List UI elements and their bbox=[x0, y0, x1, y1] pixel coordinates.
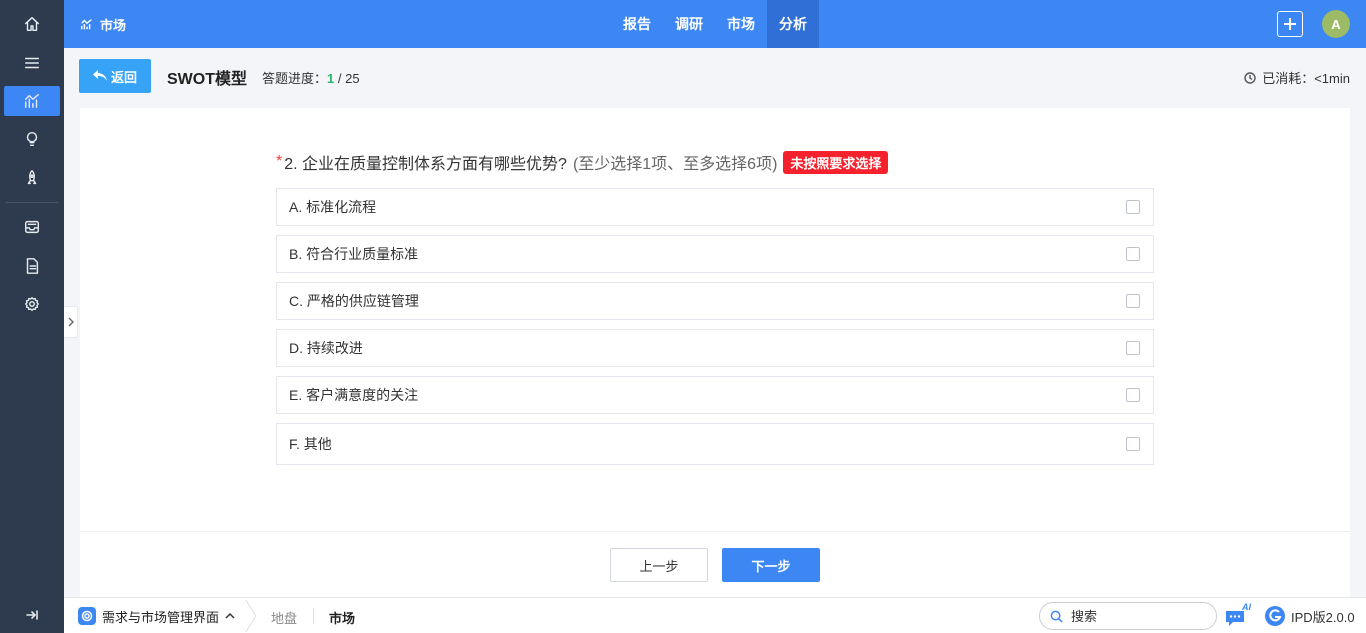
avatar[interactable]: A bbox=[1322, 10, 1350, 38]
trend-chart-icon bbox=[81, 19, 92, 30]
elapsed-label: 已消耗：<1min bbox=[1262, 71, 1350, 86]
sidebar-launch[interactable] bbox=[4, 163, 60, 193]
option-label: D. 持续改进 bbox=[289, 340, 363, 356]
lightbulb-icon bbox=[26, 131, 38, 147]
version-info: IPD版2.0.0 bbox=[1264, 598, 1355, 633]
separator-chevron-icon bbox=[245, 599, 257, 633]
question-card: * 2. 企业在质量控制体系方面有哪些优势? (至少选择1项、至多选择6项) 未… bbox=[80, 108, 1350, 597]
progress-total: / 25 bbox=[334, 71, 360, 86]
left-sidebar bbox=[0, 0, 64, 633]
sidebar-expand[interactable] bbox=[0, 597, 64, 633]
top-nav: 报告 调研 市场 分析 bbox=[611, 0, 819, 48]
return-arrow-icon bbox=[92, 70, 107, 81]
search-input[interactable] bbox=[1071, 608, 1191, 624]
brand-label: 市场 bbox=[100, 17, 127, 33]
option-checkbox[interactable] bbox=[1126, 341, 1140, 355]
add-button[interactable] bbox=[1277, 11, 1303, 37]
option-checkbox[interactable] bbox=[1126, 247, 1140, 261]
trend-chart-icon bbox=[24, 93, 40, 109]
sidebar-settings[interactable] bbox=[4, 289, 60, 319]
sidebar-home[interactable] bbox=[4, 9, 60, 39]
sidebar-menu[interactable] bbox=[4, 48, 60, 78]
prev-step-button[interactable]: 上一步 bbox=[610, 548, 708, 582]
sidebar-documents[interactable] bbox=[4, 251, 60, 281]
option-checkbox[interactable] bbox=[1126, 200, 1140, 214]
search-box[interactable] bbox=[1039, 602, 1217, 630]
breadcrumb-separator bbox=[244, 599, 258, 633]
sidebar-inbox[interactable] bbox=[4, 212, 60, 242]
top-bar: 市场 报告 调研 市场 分析 A bbox=[64, 0, 1366, 48]
gear-icon bbox=[81, 610, 93, 622]
sidebar-ideas[interactable] bbox=[4, 124, 60, 154]
brand[interactable]: 市场 bbox=[80, 0, 126, 48]
plus-icon bbox=[1284, 18, 1296, 30]
sidebar-collapse-handle[interactable] bbox=[64, 306, 78, 338]
ai-label: AI bbox=[1242, 602, 1251, 612]
option-d[interactable]: D. 持续改进 bbox=[276, 329, 1154, 367]
document-icon bbox=[26, 258, 39, 274]
gear-icon bbox=[24, 296, 40, 312]
question-title: * 2. 企业在质量控制体系方面有哪些优势? (至少选择1项、至多选择6项) 未… bbox=[276, 150, 889, 174]
chevron-up-icon bbox=[225, 612, 235, 619]
search-icon bbox=[1050, 610, 1063, 623]
version-label: IPD版2.0.0 bbox=[1291, 609, 1355, 625]
back-button[interactable]: 返回 bbox=[79, 59, 151, 93]
option-label: B. 符合行业质量标准 bbox=[289, 246, 419, 262]
option-e[interactable]: E. 客户满意度的关注 bbox=[276, 376, 1154, 414]
progress-label: 答题进度： bbox=[262, 71, 328, 86]
bottom-bar: 需求与市场管理界面 地盘 市场 AI IPD版2.0.0 bbox=[64, 597, 1366, 633]
ai-assistant-button[interactable]: AI bbox=[1224, 602, 1252, 628]
option-label: A. 标准化流程 bbox=[289, 199, 377, 215]
back-button-label: 返回 bbox=[110, 69, 137, 85]
option-checkbox[interactable] bbox=[1126, 294, 1140, 308]
required-mark: * bbox=[276, 153, 283, 170]
validation-warning-badge: 未按照要求选择 bbox=[783, 150, 889, 174]
elapsed-time: 已消耗：<1min bbox=[1244, 68, 1350, 87]
sidebar-divider bbox=[6, 202, 58, 203]
clock-icon bbox=[1244, 71, 1256, 84]
next-step-button[interactable]: 下一步 bbox=[722, 548, 820, 582]
question-hint: (至少选择1项、至多选择6项) bbox=[572, 156, 778, 173]
nav-report[interactable]: 报告 bbox=[611, 0, 663, 48]
option-checkbox[interactable] bbox=[1126, 388, 1140, 402]
inbox-icon bbox=[24, 220, 40, 234]
option-b[interactable]: B. 符合行业质量标准 bbox=[276, 235, 1154, 273]
answer-progress: 答题进度：1 / 25 bbox=[262, 68, 360, 87]
question-text: 2. 企业在质量控制体系方面有哪些优势? bbox=[284, 156, 567, 173]
sidebar-market[interactable] bbox=[4, 86, 60, 116]
option-label: F. 其他 bbox=[289, 436, 332, 452]
option-c[interactable]: C. 严格的供应链管理 bbox=[276, 282, 1154, 320]
home-icon bbox=[24, 16, 40, 32]
product-logo-icon bbox=[1265, 606, 1285, 626]
option-label: E. 客户满意度的关注 bbox=[289, 387, 419, 403]
workspace-icon bbox=[78, 607, 96, 625]
breadcrumb-item-market[interactable]: 市场 bbox=[329, 608, 355, 627]
expand-arrow-icon bbox=[26, 610, 38, 620]
breadcrumb-divider bbox=[313, 608, 314, 624]
page-title: SWOT模型 bbox=[167, 71, 247, 88]
rocket-icon bbox=[27, 170, 37, 185]
nav-research[interactable]: 调研 bbox=[663, 0, 715, 48]
option-a[interactable]: A. 标准化流程 bbox=[276, 188, 1154, 226]
option-checkbox[interactable] bbox=[1126, 437, 1140, 451]
workspace-switcher[interactable]: 需求与市场管理界面 bbox=[78, 598, 235, 633]
nav-market[interactable]: 市场 bbox=[715, 0, 767, 48]
sub-header: 返回 SWOT模型 答题进度：1 / 25 已消耗：<1min bbox=[64, 48, 1366, 104]
option-label: C. 严格的供应链管理 bbox=[289, 293, 419, 309]
option-f[interactable]: F. 其他 bbox=[276, 423, 1154, 465]
workspace-label: 需求与市场管理界面 bbox=[102, 609, 220, 625]
card-divider bbox=[80, 531, 1350, 532]
menu-icon bbox=[24, 57, 40, 69]
nav-analysis[interactable]: 分析 bbox=[767, 0, 819, 48]
breadcrumb-item-dipan[interactable]: 地盘 bbox=[271, 608, 297, 627]
chevron-right-icon bbox=[68, 317, 74, 327]
options-list: A. 标准化流程 B. 符合行业质量标准 C. 严格的供应链管理 D. 持续改进… bbox=[276, 188, 1154, 474]
